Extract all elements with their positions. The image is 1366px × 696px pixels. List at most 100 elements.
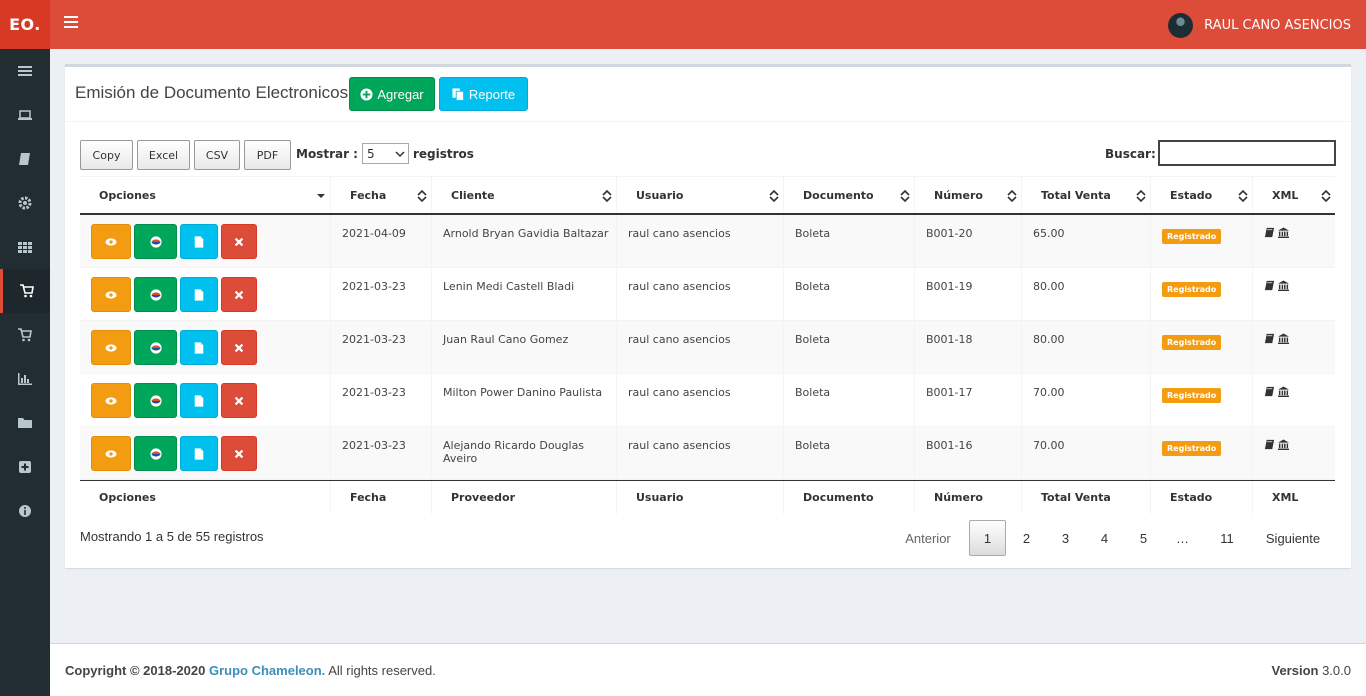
pagination-page[interactable]: 2	[1008, 520, 1045, 556]
col-total[interactable]: Total Venta	[1022, 177, 1151, 213]
delete-button[interactable]	[221, 330, 257, 365]
delete-button[interactable]	[221, 383, 257, 418]
document-button[interactable]	[180, 224, 218, 259]
book-icon[interactable]	[1264, 386, 1275, 397]
col-xml[interactable]: XML	[1253, 177, 1335, 213]
pdf-button[interactable]: PDF	[244, 140, 291, 170]
col-label: XML	[1272, 188, 1299, 202]
pagination-prev[interactable]: Anterior	[896, 520, 960, 556]
view-button[interactable]	[91, 224, 131, 259]
cell-fecha: 2021-03-23	[331, 427, 432, 479]
delete-button[interactable]	[221, 224, 257, 259]
show-label: Mostrar :	[296, 146, 358, 161]
book-icon[interactable]	[1264, 280, 1275, 291]
col-usuario[interactable]: Usuario	[617, 177, 784, 213]
sidebar-item-settings[interactable]	[0, 181, 50, 225]
sort-icon	[602, 189, 612, 203]
col-label: Opciones	[99, 188, 156, 202]
view-button[interactable]	[91, 436, 131, 471]
cell-fecha: 2021-04-09	[331, 215, 432, 267]
menu-toggle-icon[interactable]	[64, 16, 78, 28]
brand-link[interactable]: Grupo Chameleon.	[209, 663, 325, 678]
sidebar-item-add[interactable]	[0, 445, 50, 489]
bank-icon[interactable]	[1278, 333, 1289, 344]
add-button-label: Agregar	[377, 86, 424, 102]
sunat-logo-icon	[149, 394, 162, 407]
send-sunat-button[interactable]	[134, 277, 177, 312]
col-label: Cliente	[451, 188, 495, 202]
col-fecha[interactable]: Fecha	[331, 177, 432, 213]
sidebar-item-list[interactable]	[0, 49, 50, 93]
sidebar-item-info[interactable]	[0, 489, 50, 533]
book-icon[interactable]	[1264, 439, 1275, 450]
col-numero[interactable]: Número	[915, 177, 1022, 213]
document-button[interactable]	[180, 436, 218, 471]
bank-icon[interactable]	[1278, 386, 1289, 397]
sort-icon	[417, 189, 427, 203]
status-badge: Registrado	[1162, 441, 1222, 456]
csv-button[interactable]: CSV	[194, 140, 240, 170]
col-label: Número	[934, 188, 983, 202]
cell-estado: Registrado	[1151, 321, 1253, 373]
pagination-page[interactable]: 11	[1207, 520, 1247, 556]
sidebar-item-laptop[interactable]	[0, 93, 50, 137]
cell-fecha: 2021-03-23	[331, 374, 432, 426]
add-button[interactable]: Agregar	[349, 77, 435, 111]
cart-icon	[19, 284, 34, 298]
cell-cliente: Arnold Bryan Gavidia Baltazar	[432, 215, 617, 267]
col-documento[interactable]: Documento	[784, 177, 915, 213]
send-sunat-button[interactable]	[134, 383, 177, 418]
col-estado[interactable]: Estado	[1151, 177, 1253, 213]
pagination-page[interactable]: 3	[1047, 520, 1084, 556]
app-logo[interactable]: EO.	[0, 0, 50, 49]
sort-icon	[1321, 189, 1331, 203]
sidebar-item-ventas[interactable]	[0, 269, 50, 313]
view-button[interactable]	[91, 277, 131, 312]
bank-icon[interactable]	[1278, 227, 1289, 238]
sidebar-item-compras[interactable]	[0, 313, 50, 357]
user-menu[interactable]: RAUL CANO ASENCIOS	[1168, 12, 1351, 38]
send-sunat-button[interactable]	[134, 330, 177, 365]
col-opciones[interactable]: Opciones	[80, 177, 331, 213]
book-icon[interactable]	[1264, 227, 1275, 238]
sort-icon	[1136, 189, 1146, 203]
col-cliente[interactable]: Cliente	[432, 177, 617, 213]
page-length-value: 5	[366, 146, 375, 161]
sidebar-item-grid[interactable]	[0, 225, 50, 269]
send-sunat-button[interactable]	[134, 224, 177, 259]
book-icon[interactable]	[1264, 333, 1275, 344]
table-info: Mostrando 1 a 5 de 55 registros	[80, 529, 264, 544]
view-button[interactable]	[91, 330, 131, 365]
copy-button[interactable]: Copy	[80, 140, 133, 170]
pagination-page[interactable]: 5	[1125, 520, 1162, 556]
eye-icon	[105, 343, 117, 352]
bank-icon[interactable]	[1278, 439, 1289, 450]
cell-cliente: Alejando Ricardo Douglas Aveiro	[432, 427, 617, 479]
page-length-select[interactable]: 5	[361, 143, 409, 164]
search-input[interactable]	[1158, 140, 1336, 166]
sidebar-item-reports[interactable]	[0, 357, 50, 401]
cell-numero: B001-17	[915, 374, 1022, 426]
cell-cliente: Milton Power Danino Paulista	[432, 374, 617, 426]
col-label: Usuario	[636, 188, 684, 202]
send-sunat-button[interactable]	[134, 436, 177, 471]
version-value: 3.0.0	[1322, 663, 1351, 678]
pagination-page[interactable]: 4	[1086, 520, 1123, 556]
document-button[interactable]	[180, 330, 218, 365]
col-label: Documento	[803, 188, 874, 202]
pagination-page[interactable]: 1	[969, 520, 1006, 556]
document-button[interactable]	[180, 277, 218, 312]
view-button[interactable]	[91, 383, 131, 418]
bank-icon[interactable]	[1278, 280, 1289, 291]
cell-total: 80.00	[1022, 321, 1151, 373]
pagination-next[interactable]: Siguiente	[1258, 520, 1328, 556]
delete-button[interactable]	[221, 436, 257, 471]
report-button[interactable]: Reporte	[439, 77, 528, 111]
cell-documento: Boleta	[784, 215, 915, 267]
file-icon	[194, 288, 204, 301]
sidebar-item-folder[interactable]	[0, 401, 50, 445]
delete-button[interactable]	[221, 277, 257, 312]
excel-button[interactable]: Excel	[137, 140, 190, 170]
sidebar-item-book[interactable]	[0, 137, 50, 181]
document-button[interactable]	[180, 383, 218, 418]
